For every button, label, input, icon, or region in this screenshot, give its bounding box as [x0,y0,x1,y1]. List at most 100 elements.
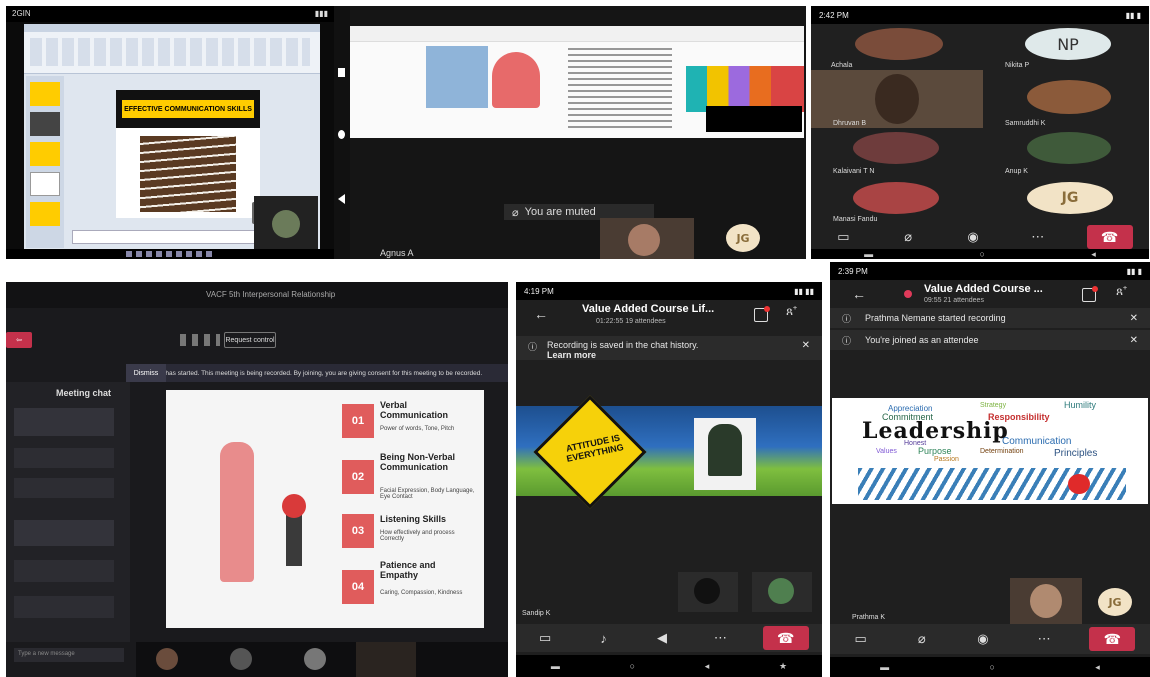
assist-icon[interactable]: ★ [779,661,787,672]
home-icon[interactable]: ○ [630,661,635,671]
ppt-titlebar [24,24,320,32]
recents-icon[interactable]: ▬ [864,249,873,259]
info-icon: ⓘ [842,335,852,346]
notes-pane[interactable] [72,230,272,244]
taskbar [6,249,334,259]
chat-input[interactable]: Type a new message [14,648,124,662]
slide-item-title: Being Non-Verbal Communication [380,452,456,472]
slide-illustration-door [426,46,488,108]
word-cloud-word: Values [876,448,897,455]
back-arrow-icon[interactable]: ← [534,306,548,322]
video-off-icon[interactable]: ▭ [529,627,561,649]
back-icon[interactable] [338,194,345,204]
learn-more-link[interactable]: Learn more [547,350,698,360]
chat-title: Meeting chat [56,388,112,398]
slide-thumb[interactable] [30,142,60,166]
participants-icon[interactable]: ጸ⁺ [786,304,797,319]
recording-banner: Recording has started. This meeting is b… [126,364,508,382]
recents-icon[interactable]: ▬ [880,662,889,672]
slide-thumb[interactable] [30,202,60,226]
slide-text-block [568,48,672,130]
ribbon-buttons [30,38,310,66]
slide-thumb[interactable] [30,82,60,106]
slide-thumb[interactable] [30,112,60,136]
taskbar-icons [126,251,216,257]
shared-image: Appreciation Strategy Humility Commitmen… [832,398,1148,504]
status-bar: 2:42 PM ▮▮ ▮ [811,6,1149,24]
mic-off-icon[interactable]: ⌀ [906,628,938,650]
video-off-icon[interactable]: ▭ [827,226,859,248]
participant-video [600,218,694,259]
hang-up-button[interactable]: ☎ [1086,225,1133,249]
banner-text: You're joined as an attendee [865,335,979,345]
participant-video [1010,578,1082,624]
mic-off-icon[interactable]: ⌀ [892,226,924,248]
home-icon[interactable]: ○ [990,662,995,672]
participant-name: Dhruvan B [833,120,867,127]
toolbar-icon[interactable] [338,130,345,139]
close-icon[interactable]: ✕ [1130,335,1138,346]
panel-teams-slide: ⌀ You are muted JG Agnus A [334,6,806,259]
info-icon: ⓘ [528,342,538,352]
toolbar-icon[interactable] [338,68,345,77]
speaker-photo [708,424,742,476]
slide-thumb[interactable] [30,172,60,196]
back-icon[interactable]: ◂ [705,661,710,672]
slide-item-number: 03 [342,514,374,548]
window-titlebar: VACF 5th Interpersonal Relationship [6,282,508,308]
participant-avatar [855,28,943,60]
participant-video [356,642,416,677]
word-cloud-word: Communication [1002,436,1072,447]
window-title: VACF 5th Interpersonal Relationship [206,290,336,299]
hang-up-button[interactable]: ☎ [1089,627,1136,651]
self-view-tile [254,196,318,254]
dismiss-button[interactable]: Dismiss [126,364,166,382]
signal-icon: ▮▮ ▮ [1125,10,1141,20]
speaker-photo-card [694,418,756,490]
slide-title: EFFECTIVE COMMUNICATION SKILLS [122,100,254,118]
info-icon: ⓘ [842,313,852,324]
leader-figure [1068,474,1090,494]
speaker-icon[interactable]: ◀ [646,627,678,649]
chat-message [14,448,114,468]
participant-face [628,224,660,256]
speaker-icon[interactable]: ◉ [957,226,989,248]
chat-message [14,560,114,582]
close-icon[interactable]: ✕ [1130,313,1138,324]
back-arrow-icon[interactable]: ← [852,286,866,302]
status-time: 2GIN [12,9,31,18]
participants-icon[interactable]: ጸ⁺ [1116,284,1127,299]
toolbar-icons[interactable] [180,334,220,346]
recents-icon[interactable]: ▬ [551,661,560,671]
word-cloud-word: Determination [980,448,1024,455]
more-icon[interactable]: ⋯ [704,627,736,649]
video-off-icon[interactable]: ▭ [845,628,877,650]
participant-avatar [1027,132,1111,164]
panel-mobile-attitude: 4:19 PM ▮▮ ▮▮ ← Value Added Course Lif..… [516,282,822,677]
leave-button[interactable]: ⇦ [6,332,32,348]
call-controls: ▭ ⌀ ◉ ⋯ ☎ [811,225,1149,249]
slide-thumbnails[interactable] [26,76,64,248]
slide-item-number: 01 [342,404,374,438]
participant-avatar [768,578,794,604]
speaker-icon[interactable]: ◉ [967,628,999,650]
panel-mobile-gallery: 2:42 PM ▮▮ ▮ Achala NP Nikita P Dhruvan … [811,6,1149,259]
close-icon[interactable]: ✕ [802,340,810,351]
recording-dot-icon [764,306,770,312]
home-icon[interactable]: ○ [980,249,985,259]
back-icon[interactable]: ◂ [1095,662,1100,673]
hang-up-button[interactable]: ☎ [762,626,809,650]
participant-avatar [853,132,939,164]
participant-name: Kalaivani T N [833,168,875,175]
attendee-banner: ⓘ You're joined as an attendee ✕ [830,330,1150,350]
shared-image: ATTITUDE IS EVERYTHING [516,395,822,509]
more-icon[interactable]: ⋯ [1028,628,1060,650]
recording-banner-text: Recording has started. This meeting is b… [134,369,483,377]
android-navbar: ▬ ○ ◂ [811,249,1149,259]
meeting-subtitle: 09:55 21 attendees [924,297,984,304]
mic-icon[interactable]: ♪ [588,627,620,649]
shared-slide: 01 Verbal Communication Power of words, … [166,390,484,628]
back-icon[interactable]: ◂ [1091,249,1096,260]
request-control-button[interactable]: Request control [224,332,276,348]
more-icon[interactable]: ⋯ [1022,226,1054,248]
